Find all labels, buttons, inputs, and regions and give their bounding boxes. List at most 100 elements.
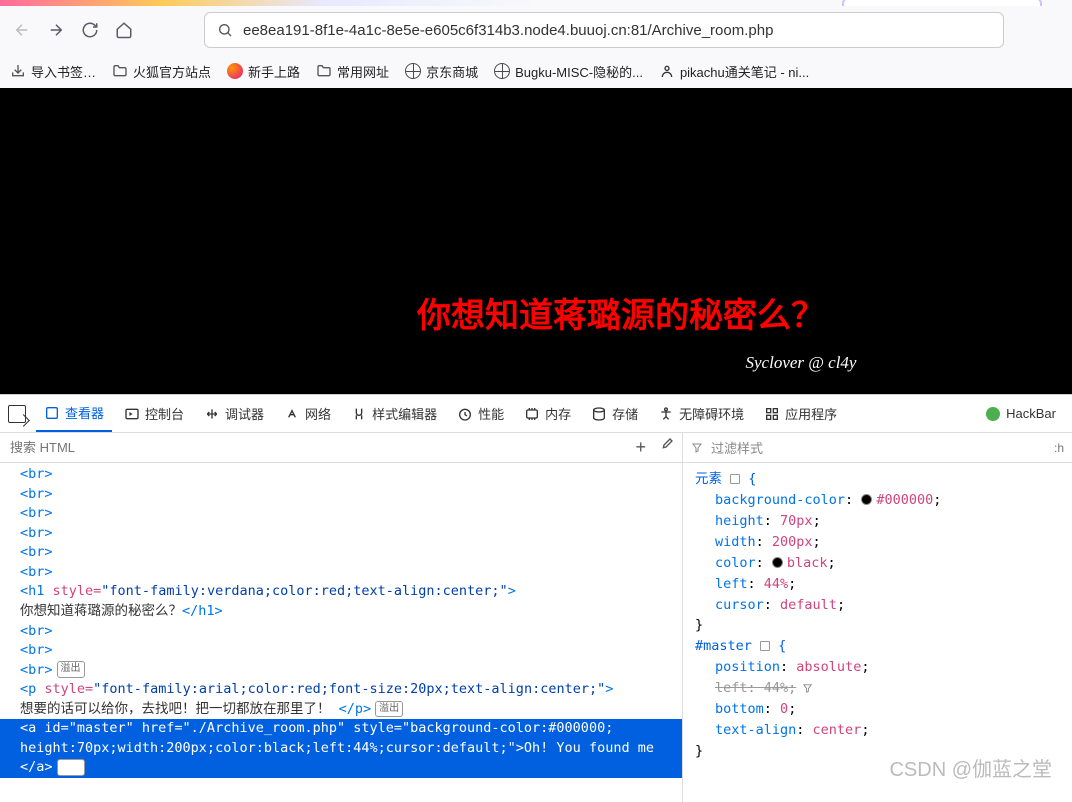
tab-style-editor[interactable]: 样式编辑器 (343, 395, 445, 432)
tab-memory[interactable]: 内存 (516, 395, 579, 432)
markup-tree[interactable]: <br> <br> <br> <br> <br> <br> <h1 style=… (0, 463, 682, 802)
tab-label: HackBar (1006, 406, 1056, 421)
target-icon[interactable] (730, 474, 740, 484)
globe-icon (405, 63, 421, 79)
network-icon (284, 406, 300, 422)
console-icon (124, 406, 140, 422)
devtools: 查看器 控制台 调试器 网络 样式编辑器 性能 内存 存储 无障碍环境 应用程序… (0, 394, 1072, 802)
tab-network[interactable]: 网络 (276, 395, 339, 432)
css-declaration[interactable]: cursor: default; (695, 595, 1060, 616)
p-end: </p> (339, 701, 372, 717)
css-declaration[interactable]: background-color: #000000; (695, 490, 1060, 511)
bookmark-item[interactable]: 京东商城 (405, 62, 478, 81)
search-input[interactable] (10, 440, 672, 455)
tab-accessibility[interactable]: 无障碍环境 (650, 395, 752, 432)
bookmark-item[interactable]: 火狐官方站点 (112, 62, 211, 81)
tag-close: > (605, 681, 613, 697)
a11y-icon (658, 406, 674, 422)
tab-performance[interactable]: 性能 (449, 395, 512, 432)
css-declaration[interactable]: left: 44%; (695, 678, 1060, 699)
tab-label: 内存 (545, 404, 571, 423)
bookmark-item[interactable]: 常用网址 (316, 62, 389, 81)
rule-selector: #master (695, 638, 752, 654)
tab-bar (0, 0, 1072, 6)
reload-button[interactable] (80, 20, 100, 40)
bookmark-item[interactable]: pikachu通关笔记 - ni... (659, 62, 809, 81)
tab-label: 网络 (305, 404, 331, 423)
p-open: <p (20, 681, 44, 697)
css-declaration[interactable]: height: 70px; (695, 511, 1060, 532)
address-input[interactable] (243, 22, 991, 39)
h1-text: 你想知道蒋璐源的秘密么？ (20, 603, 182, 619)
url-bar[interactable] (204, 12, 1004, 48)
rule-selector: 元素 (695, 471, 722, 487)
tab-debugger[interactable]: 调试器 (196, 395, 272, 432)
bookmark-label: Bugku-MISC-隐秘的... (515, 62, 643, 81)
selected-node[interactable]: </a>溢出 (0, 758, 682, 778)
css-declaration[interactable]: width: 200px; (695, 532, 1060, 553)
globe-icon (494, 63, 510, 79)
styles-filter[interactable]: 过滤样式 :h (683, 433, 1072, 463)
attr-val: "font-family:arial;color:red;font-size:2… (93, 681, 605, 697)
css-declaration[interactable]: text-align: center; (695, 720, 1060, 741)
tab-label: 应用程序 (785, 404, 837, 423)
tab-label: 存储 (612, 404, 638, 423)
css-declaration[interactable]: position: absolute; (695, 657, 1060, 678)
markup-search[interactable]: + (0, 433, 682, 463)
bookmarks-bar: 导入书签… 火狐官方站点 新手上路 常用网址 京东商城 Bugku-MISC-隐… (0, 54, 1072, 88)
css-declaration[interactable]: color: black; (695, 553, 1060, 574)
devtools-tabs: 查看器 控制台 调试器 网络 样式编辑器 性能 内存 存储 无障碍环境 应用程序… (0, 395, 1072, 433)
target-icon[interactable] (760, 641, 770, 651)
storage-icon (591, 406, 607, 422)
br-tag: <br> (20, 525, 53, 541)
search-icon (217, 22, 233, 38)
css-rules[interactable]: 元素 { background-color: #000000;height: 7… (683, 463, 1072, 802)
bookmark-label: 火狐官方站点 (133, 62, 211, 81)
app-icon (764, 406, 780, 422)
tab-hackbar[interactable]: HackBar (978, 395, 1064, 432)
tab-console[interactable]: 控制台 (116, 395, 192, 432)
tab-application[interactable]: 应用程序 (756, 395, 845, 432)
home-button[interactable] (114, 20, 134, 40)
page-headline: 你想知道蒋璐源的秘密么？ (170, 288, 1072, 337)
import-bookmarks[interactable]: 导入书签… (10, 62, 96, 81)
br-tag: <br> (20, 642, 53, 658)
toolbar (0, 6, 1072, 54)
hackbar-icon (986, 407, 1000, 421)
br-tag: <br> (20, 662, 53, 678)
firefox-icon (227, 63, 243, 79)
memory-icon (524, 406, 540, 422)
eyedropper-button[interactable] (658, 437, 674, 458)
markup-panel: + <br> <br> <br> <br> <br> <br> <h1 styl… (0, 433, 683, 802)
style-icon (351, 406, 367, 422)
tab-label: 样式编辑器 (372, 404, 437, 423)
p-text: 想要的话可以给你，去找吧！把一切都放在那里了！ (20, 701, 331, 717)
overflow-badge[interactable]: 溢出 (57, 661, 85, 678)
overflow-badge[interactable]: 溢出 (57, 759, 85, 776)
tab-ghost (842, 0, 1042, 6)
tag-close: > (508, 583, 516, 599)
hov-toggle[interactable]: :h (1054, 441, 1064, 455)
bookmark-item[interactable]: 新手上路 (227, 62, 300, 81)
forward-button[interactable] (46, 20, 66, 40)
br-tag: <br> (20, 544, 53, 560)
element-picker-icon[interactable] (8, 405, 26, 423)
selected-node[interactable]: height:70px;width:200px;color:black;left… (0, 739, 682, 759)
br-tag: <br> (20, 505, 53, 521)
selected-node[interactable]: <a id="master" href="./Archive_room.php"… (0, 719, 682, 739)
folder-icon (316, 63, 332, 79)
back-button[interactable] (12, 20, 32, 40)
styles-panel: 过滤样式 :h 元素 { background-color: #000000;h… (683, 433, 1072, 802)
attr-name: style (53, 583, 94, 599)
tab-storage[interactable]: 存储 (583, 395, 646, 432)
br-tag: <br> (20, 564, 53, 580)
tab-inspector[interactable]: 查看器 (36, 395, 112, 432)
overflow-badge[interactable]: 溢出 (375, 701, 403, 718)
page-content: 你想知道蒋璐源的秘密么？ Syclover @ cl4y (0, 88, 1072, 394)
add-element-button[interactable]: + (635, 437, 646, 458)
filter-icon (691, 442, 703, 454)
bookmark-item[interactable]: Bugku-MISC-隐秘的... (494, 62, 643, 81)
attr-val: "font-family:verdana;color:red;text-alig… (101, 583, 507, 599)
css-declaration[interactable]: left: 44%; (695, 574, 1060, 595)
css-declaration[interactable]: bottom: 0; (695, 699, 1060, 720)
